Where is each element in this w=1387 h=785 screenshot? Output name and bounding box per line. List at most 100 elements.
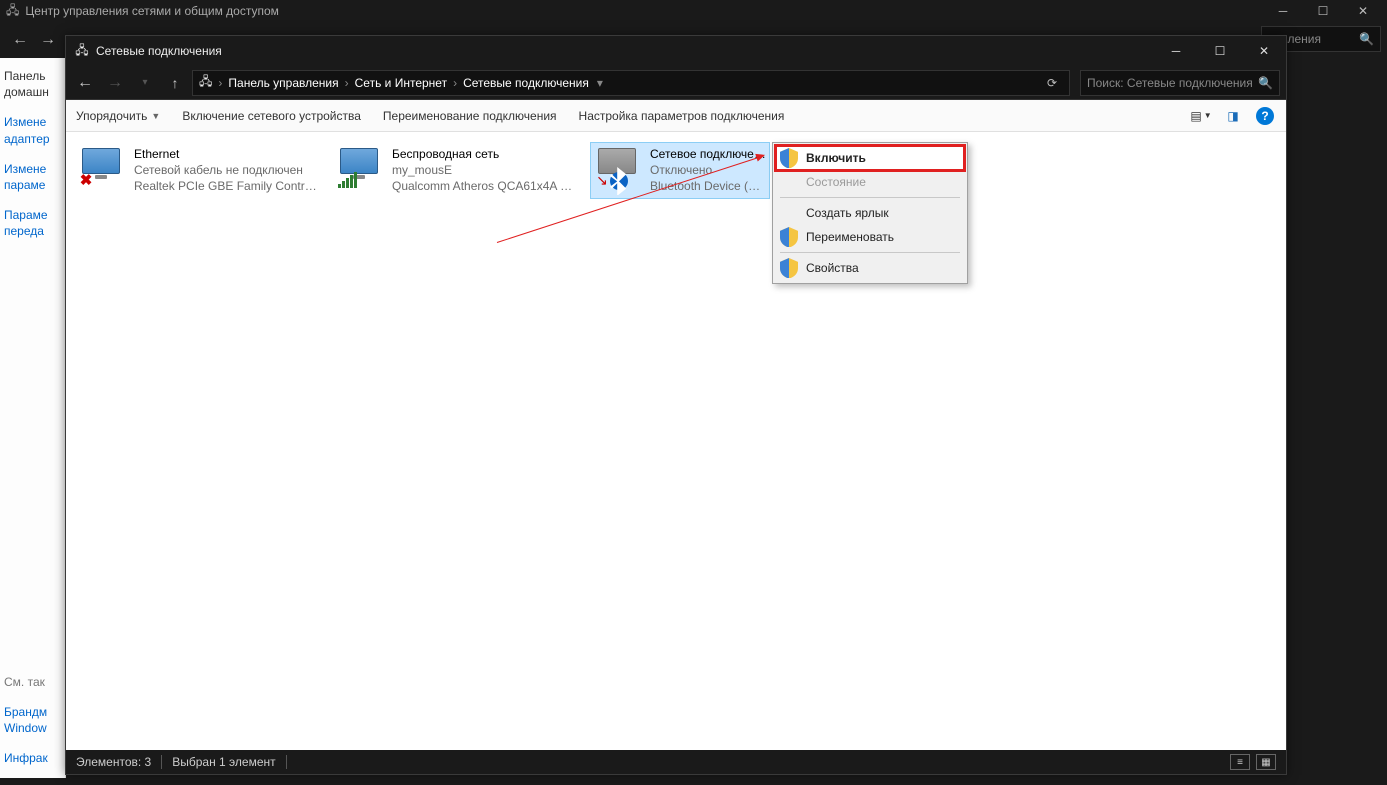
connection-settings-button[interactable]: Настройка параметров подключения: [579, 109, 785, 123]
sidebar-adapter-2[interactable]: адаптер: [4, 131, 61, 147]
chevron-right-icon: ›: [453, 76, 457, 90]
sidebar-home-1: Панель: [4, 68, 61, 84]
ctx-create-shortcut[interactable]: Создать ярлык: [776, 201, 964, 225]
shield-icon: [780, 148, 798, 169]
status-selected-count: Выбран 1 элемент: [172, 755, 275, 769]
status-bar: Элементов: 3 Выбран 1 элемент ≡ ▦: [66, 750, 1286, 774]
ctx-enable[interactable]: Включить: [776, 146, 964, 170]
connection-wireless[interactable]: Беспроводная сеть my_mousE Qualcomm Athe…: [332, 142, 582, 199]
minimize-button[interactable]: ─: [1154, 36, 1198, 66]
parent-close-button[interactable]: ✕: [1343, 0, 1383, 22]
enable-label: Включение сетевого устройства: [182, 109, 361, 123]
ctx-shortcut-label: Создать ярлык: [806, 206, 889, 220]
up-button[interactable]: ↑: [162, 70, 188, 96]
bluetooth-icon: [610, 172, 628, 190]
conn-adapter: Realtek PCIe GBE Family Controller: [134, 178, 320, 194]
ctx-rename-label: Переименовать: [806, 230, 894, 244]
ctx-properties[interactable]: Свойства: [776, 256, 964, 280]
network-connections-icon: 🖧: [74, 43, 90, 59]
context-menu: Включить Состояние Создать ярлык Переиме…: [772, 142, 968, 284]
rename-label: Переименование подключения: [383, 109, 557, 123]
details-view-button[interactable]: ≡: [1230, 754, 1250, 770]
sidebar-streaming-2[interactable]: переда: [4, 223, 61, 239]
ctx-enable-label: Включить: [806, 151, 866, 165]
parent-title: Центр управления сетями и общим доступом: [25, 4, 279, 18]
parent-maximize-button[interactable]: ☐: [1303, 0, 1343, 22]
refresh-button[interactable]: ⟳: [1041, 76, 1063, 90]
parent-sidebar: Панель домашн Измене адаптер Измене пара…: [0, 58, 66, 778]
conn-name: Ethernet: [134, 146, 320, 162]
enable-device-button[interactable]: Включение сетевого устройства: [182, 109, 361, 123]
sidebar-streaming-1[interactable]: Параме: [4, 207, 61, 223]
toolbar: Упорядочить ▼ Включение сетевого устройс…: [66, 100, 1286, 132]
details-view-icon: ≡: [1237, 757, 1243, 768]
organize-label: Упорядочить: [76, 109, 147, 123]
rename-connection-button[interactable]: Переименование подключения: [383, 109, 557, 123]
parent-minimize-button[interactable]: ─: [1263, 0, 1303, 22]
sidebar-firewall-1[interactable]: Брандм: [4, 704, 61, 720]
tiles-view-button[interactable]: ▦: [1256, 754, 1276, 770]
window-title: Сетевые подключения: [96, 44, 222, 58]
ethernet-icon: ✖: [78, 146, 126, 188]
disconnected-x-icon: ✖: [78, 172, 94, 188]
connection-bluetooth[interactable]: ↘ Сетевое подключение Отключено Bluetoot…: [590, 142, 770, 199]
breadcrumb-root[interactable]: Панель управления: [228, 76, 338, 90]
sidebar-adapter-1[interactable]: Измене: [4, 114, 61, 130]
connection-ethernet[interactable]: ✖ Ethernet Сетевой кабель не подключен R…: [74, 142, 324, 199]
settings-label: Настройка параметров подключения: [579, 109, 785, 123]
preview-pane-button[interactable]: ◨: [1222, 105, 1244, 127]
chevron-down-icon: ▼: [151, 111, 160, 121]
nav-row: ← → ▾ ↑ 🖧 › Панель управления › Сеть и И…: [66, 66, 1286, 100]
breadcrumb-level1[interactable]: Сеть и Интернет: [355, 76, 447, 90]
content-area[interactable]: ✖ Ethernet Сетевой кабель не подключен R…: [66, 132, 1286, 750]
ctx-status: Состояние: [776, 170, 964, 194]
window-titlebar[interactable]: 🖧 Сетевые подключения ─ ☐ ✕: [66, 36, 1286, 66]
ctx-rename[interactable]: Переименовать: [776, 225, 964, 249]
preview-pane-icon: ◨: [1227, 109, 1238, 123]
search-icon: 🔍: [1258, 76, 1273, 90]
shield-icon: [780, 258, 798, 279]
wireless-icon: [336, 146, 384, 188]
connection-grid: ✖ Ethernet Сетевой кабель не подключен R…: [66, 132, 1286, 209]
view-icon: ▤: [1190, 109, 1201, 123]
help-button[interactable]: ?: [1254, 105, 1276, 127]
ctx-status-label: Состояние: [806, 175, 866, 189]
control-panel-icon: 🖧: [199, 72, 212, 93]
conn-status: Сетевой кабель не подключен: [134, 162, 320, 178]
conn-adapter: Qualcomm Atheros QCA61x4A W…: [392, 178, 578, 194]
menu-separator: [780, 252, 960, 253]
conn-status: my_mousE: [392, 162, 578, 178]
close-button[interactable]: ✕: [1242, 36, 1286, 66]
view-options-button[interactable]: ▤ ▼: [1190, 105, 1212, 127]
ctx-properties-label: Свойства: [806, 261, 859, 275]
menu-separator: [780, 197, 960, 198]
organize-menu[interactable]: Упорядочить ▼: [76, 109, 160, 123]
bluetooth-connection-icon: ↘: [594, 146, 642, 188]
status-item-count: Элементов: 3: [76, 755, 151, 769]
signal-bars-icon: [338, 172, 357, 188]
maximize-button[interactable]: ☐: [1198, 36, 1242, 66]
network-connections-window: 🖧 Сетевые подключения ─ ☐ ✕ ← → ▾ ↑ 🖧 › …: [65, 35, 1287, 775]
sidebar-sharing-1[interactable]: Измене: [4, 161, 61, 177]
conn-status: Отключено: [650, 162, 766, 178]
parent-forward-button[interactable]: →: [34, 26, 62, 54]
chevron-right-icon: ›: [218, 76, 222, 90]
sidebar-home-2: домашн: [4, 84, 61, 100]
disabled-arrow-icon: ↘: [594, 172, 610, 188]
forward-button[interactable]: →: [102, 70, 128, 96]
breadcrumb-level2[interactable]: Сетевые подключения: [463, 76, 589, 90]
back-button[interactable]: ←: [72, 70, 98, 96]
sidebar-sharing-2[interactable]: параме: [4, 177, 61, 193]
tiles-view-icon: ▦: [1261, 757, 1270, 768]
history-dropdown[interactable]: ▾: [132, 70, 158, 96]
sidebar-infrared[interactable]: Инфрак: [4, 750, 61, 766]
help-icon: ?: [1256, 107, 1274, 125]
shield-icon: [780, 227, 798, 248]
address-bar[interactable]: 🖧 › Панель управления › Сеть и Интернет …: [192, 70, 1070, 96]
sidebar-firewall-2[interactable]: Window: [4, 720, 61, 736]
address-dropdown[interactable]: ▾: [593, 76, 607, 90]
control-panel-icon: 🖧: [6, 1, 19, 22]
conn-name: Беспроводная сеть: [392, 146, 578, 162]
search-box[interactable]: Поиск: Сетевые подключения 🔍: [1080, 70, 1280, 96]
parent-back-button[interactable]: ←: [6, 26, 34, 54]
